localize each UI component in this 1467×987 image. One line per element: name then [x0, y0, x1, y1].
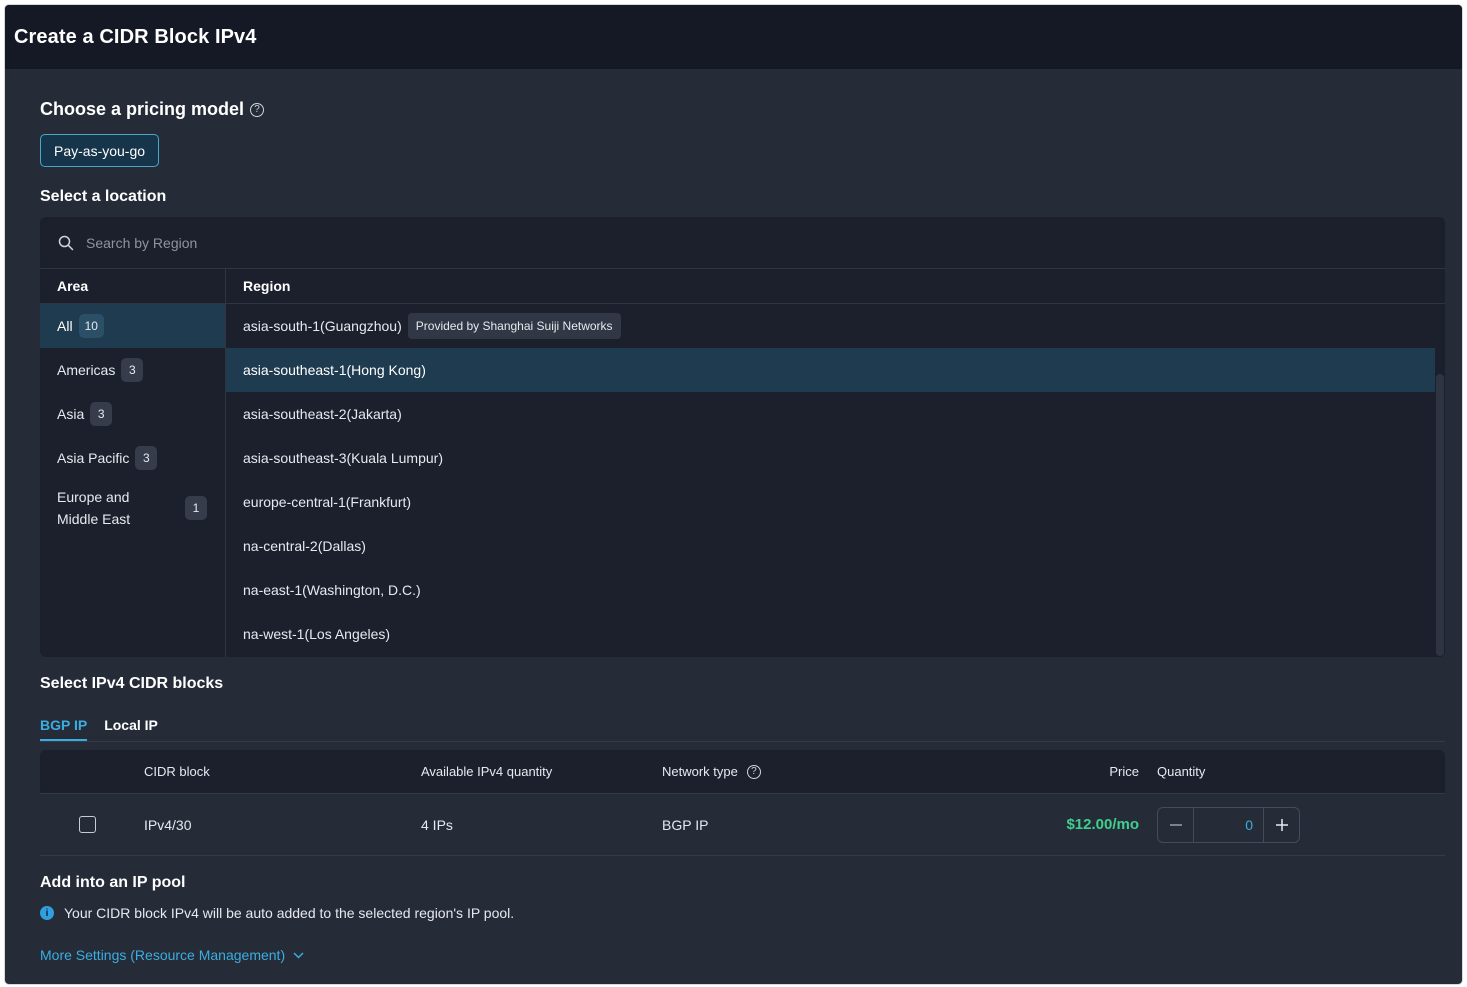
area-label: All — [57, 318, 73, 334]
tab-bgp-ip[interactable]: BGP IP — [40, 709, 88, 741]
ip-type-tabs: BGP IP Local IP — [40, 709, 1445, 742]
title-bar: Create a CIDR Block IPv4 — [5, 5, 1462, 69]
tab-local-ip[interactable]: Local IP — [104, 709, 158, 740]
region-label: na-east-1(Washington, D.C.) — [243, 582, 421, 598]
region-column: Region asia-south-1(Guangzhou) Provided … — [226, 269, 1445, 657]
area-item-asia[interactable]: Asia 3 — [40, 392, 225, 436]
area-item-europe-middle-east[interactable]: Europe and Middle East 1 — [40, 480, 225, 536]
header-cidr-block: CIDR block — [144, 764, 210, 779]
search-icon — [58, 235, 74, 250]
region-header: Region — [226, 269, 1445, 304]
location-table: Area All 10 Americas 3 Asia 3 Asia Pacif… — [40, 269, 1445, 657]
table-row: IPv4/30 4 IPs BGP IP $12.00/mo 0 — [40, 794, 1445, 856]
table-header: CIDR block Available IPv4 quantity Netwo… — [40, 750, 1445, 794]
region-label: asia-southeast-2(Jakarta) — [243, 406, 402, 422]
ip-pool-info-text: Your CIDR block IPv4 will be auto added … — [64, 905, 515, 921]
region-label: europe-central-1(Frankfurt) — [243, 494, 412, 510]
cidr-blocks-title: Select IPv4 CIDR blocks — [40, 675, 224, 692]
region-label: asia-south-1(Guangzhou) — [243, 318, 402, 334]
region-item[interactable]: asia-south-1(Guangzhou) Provided by Shan… — [226, 304, 1435, 348]
area-count-badge: 1 — [185, 496, 207, 520]
region-item[interactable]: asia-southeast-2(Jakarta) — [226, 392, 1435, 436]
location-title: Select a location — [40, 188, 167, 205]
quantity-stepper: 0 — [1157, 806, 1300, 843]
area-label: Americas — [57, 362, 116, 378]
area-label: Asia — [57, 406, 85, 422]
header-network-type-label: Network type — [662, 764, 738, 779]
region-item-selected[interactable]: asia-southeast-1(Hong Kong) — [226, 348, 1435, 392]
cell-network-type: BGP IP — [662, 816, 709, 833]
minus-icon[interactable] — [1158, 808, 1193, 842]
more-settings-label: More Settings (Resource Management) — [40, 947, 286, 963]
chevron-down-icon — [293, 951, 304, 959]
area-count-badge: 3 — [90, 402, 113, 426]
row-checkbox[interactable] — [79, 816, 96, 833]
cell-price: $12.00/mo — [1020, 794, 1139, 855]
region-search-bar — [40, 217, 1445, 269]
plus-icon[interactable] — [1264, 808, 1299, 842]
row-checkbox-cell — [79, 794, 96, 855]
more-settings-link[interactable]: More Settings (Resource Management) — [40, 947, 304, 963]
pricing-model-title: Choose a pricing model — [40, 99, 245, 119]
scrollbar-thumb[interactable] — [1436, 374, 1444, 656]
region-scrollbar[interactable] — [1435, 304, 1445, 657]
area-count-badge: 3 — [121, 358, 144, 382]
price-value: $12.00/mo — [1066, 816, 1139, 833]
area-count-badge: 10 — [78, 314, 104, 338]
area-label: Europe and Middle East — [57, 489, 131, 527]
region-item[interactable]: na-central-2(Dallas) — [226, 524, 1435, 568]
ip-pool-title: Add into an IP pool — [40, 874, 186, 891]
ip-pool-info: i Your CIDR block IPv4 will be auto adde… — [40, 905, 514, 921]
region-label: asia-southeast-3(Kuala Lumpur) — [243, 450, 443, 466]
region-label: na-west-1(Los Angeles) — [243, 626, 391, 642]
provider-tag: Provided by Shanghai Suiji Networks — [407, 313, 621, 339]
create-cidr-window: Create a CIDR Block IPv4 Choose a pricin… — [5, 5, 1462, 984]
area-header: Area — [40, 269, 225, 304]
cidr-table: CIDR block Available IPv4 quantity Netwo… — [40, 750, 1445, 856]
region-label: asia-southeast-1(Hong Kong) — [243, 362, 426, 378]
header-network-type: Network type ? — [662, 750, 761, 793]
cell-cidr-block: IPv4/30 — [144, 816, 192, 833]
region-item[interactable]: na-east-1(Washington, D.C.) — [226, 568, 1435, 612]
region-label: na-central-2(Dallas) — [243, 538, 366, 554]
page-title: Create a CIDR Block IPv4 — [14, 25, 257, 48]
pricing-option-pay-as-you-go[interactable]: Pay-as-you-go — [40, 134, 160, 167]
area-label: Asia Pacific — [57, 450, 130, 466]
region-item[interactable]: asia-southeast-3(Kuala Lumpur) — [226, 436, 1435, 480]
help-circle-icon[interactable]: ? — [746, 764, 761, 779]
cell-quantity: 0 — [1157, 794, 1300, 855]
header-available-quantity: Available IPv4 quantity — [421, 764, 553, 779]
region-search-input[interactable] — [84, 233, 488, 252]
header-price: Price — [1109, 764, 1139, 779]
help-circle-icon[interactable]: ? — [250, 102, 265, 117]
region-item[interactable]: europe-central-1(Frankfurt) — [226, 480, 1435, 524]
info-circle-icon: i — [40, 906, 54, 920]
pricing-model-section: Choose a pricing model ? — [40, 99, 265, 120]
cell-available-quantity: 4 IPs — [421, 816, 453, 833]
area-item-asia-pacific[interactable]: Asia Pacific 3 — [40, 436, 225, 480]
region-item[interactable]: na-west-1(Los Angeles) — [226, 612, 1435, 656]
location-panel: Area All 10 Americas 3 Asia 3 Asia Pac — [40, 217, 1445, 657]
quantity-input[interactable]: 0 — [1193, 807, 1264, 842]
header-quantity: Quantity — [1157, 764, 1206, 779]
area-item-all[interactable]: All 10 — [40, 304, 225, 348]
area-count-badge: 3 — [135, 446, 158, 470]
area-item-americas[interactable]: Americas 3 — [40, 348, 225, 392]
area-column: Area All 10 Americas 3 Asia 3 Asia Pacif… — [40, 269, 226, 657]
